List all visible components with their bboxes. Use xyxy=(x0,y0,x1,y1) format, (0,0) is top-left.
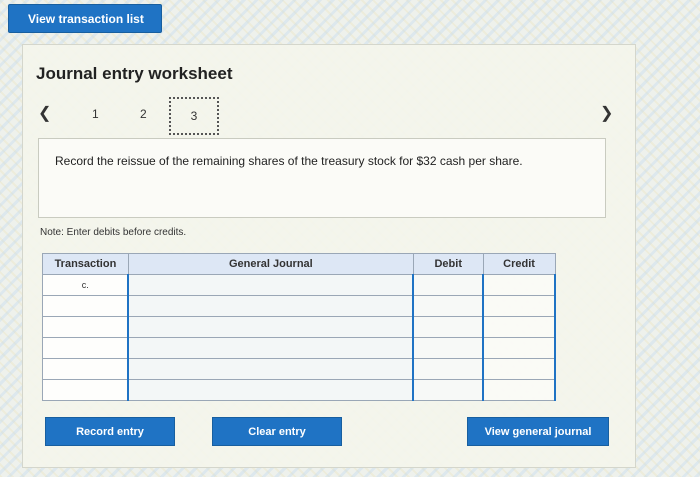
header-debit: Debit xyxy=(412,253,484,275)
page-1-link[interactable]: 1 xyxy=(92,107,99,121)
debit-input[interactable] xyxy=(412,379,484,401)
view-general-journal-button[interactable]: View general journal xyxy=(467,417,609,446)
account-select[interactable] xyxy=(127,274,414,296)
clear-entry-button[interactable]: Clear entry xyxy=(212,417,342,446)
previous-arrow-icon[interactable]: ❮ xyxy=(38,103,51,123)
account-select[interactable] xyxy=(127,295,414,317)
journal-table: Transaction General Journal Debit Credit… xyxy=(42,253,556,401)
page-3-current[interactable]: 3 xyxy=(169,97,219,135)
table-row xyxy=(42,337,556,359)
credit-input[interactable] xyxy=(482,295,556,317)
credit-input[interactable] xyxy=(482,274,556,296)
header-transaction: Transaction xyxy=(42,253,129,275)
debit-input[interactable] xyxy=(412,274,484,296)
transaction-cell xyxy=(42,379,129,401)
next-arrow-icon[interactable]: ❯ xyxy=(600,103,613,123)
debit-input[interactable] xyxy=(412,337,484,359)
debit-input[interactable] xyxy=(412,295,484,317)
transaction-cell xyxy=(42,295,129,317)
credit-input[interactable] xyxy=(482,358,556,380)
transaction-cell: c. xyxy=(42,274,129,296)
table-row: c. xyxy=(42,274,556,296)
debit-input[interactable] xyxy=(412,358,484,380)
credit-input[interactable] xyxy=(482,337,556,359)
record-entry-button[interactable]: Record entry xyxy=(45,417,175,446)
table-row xyxy=(42,379,556,401)
transaction-cell xyxy=(42,337,129,359)
table-row xyxy=(42,295,556,317)
header-credit: Credit xyxy=(482,253,556,275)
table-row xyxy=(42,316,556,338)
transaction-cell xyxy=(42,316,129,338)
note-text: Note: Enter debits before credits. xyxy=(40,227,187,238)
credit-input[interactable] xyxy=(482,379,556,401)
table-row xyxy=(42,358,556,380)
debit-input[interactable] xyxy=(412,316,484,338)
account-select[interactable] xyxy=(127,358,414,380)
account-select[interactable] xyxy=(127,316,414,338)
view-transaction-list-button[interactable]: View transaction list xyxy=(8,4,162,33)
account-select[interactable] xyxy=(127,379,414,401)
page-2-link[interactable]: 2 xyxy=(140,107,147,121)
account-select[interactable] xyxy=(127,337,414,359)
credit-input[interactable] xyxy=(482,316,556,338)
transaction-cell xyxy=(42,358,129,380)
header-general-journal: General Journal xyxy=(127,253,414,275)
instruction-text: Record the reissue of the remaining shar… xyxy=(38,138,606,218)
worksheet-title: Journal entry worksheet xyxy=(36,64,233,83)
